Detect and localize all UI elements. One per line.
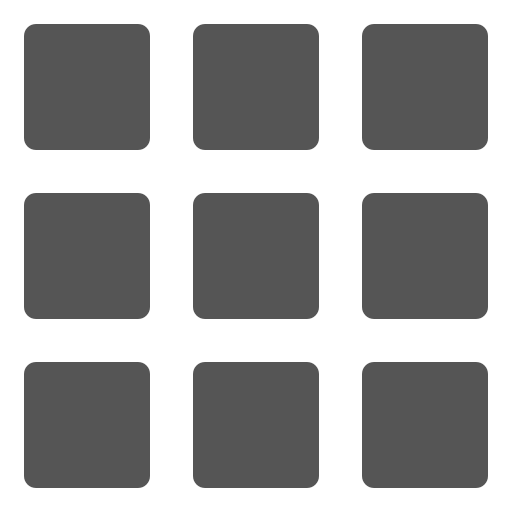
grid-tile [362, 24, 488, 150]
grid-tile [193, 24, 319, 150]
grid-tile [193, 193, 319, 319]
grid-tile [362, 362, 488, 488]
grid-tile [24, 193, 150, 319]
grid-tiles [24, 24, 488, 488]
grid-tile [24, 24, 150, 150]
icon-canvas [0, 0, 512, 512]
grid-tile [193, 362, 319, 488]
grid-tile [362, 193, 488, 319]
grid-tile [24, 362, 150, 488]
grid-icon [24, 24, 488, 488]
